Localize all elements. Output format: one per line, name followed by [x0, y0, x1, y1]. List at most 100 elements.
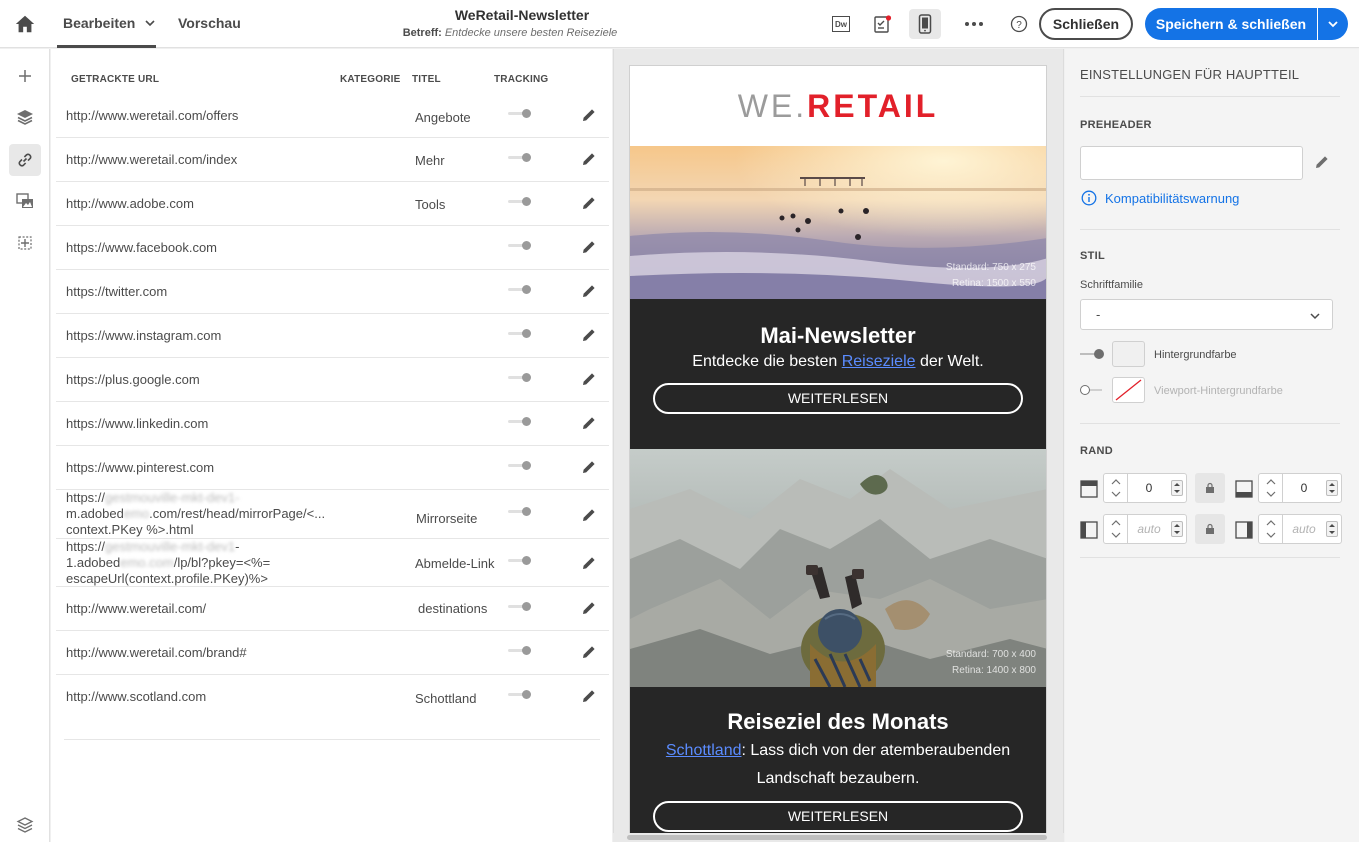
tracked-url-line-2: m.adobedemo.com/rest/head/mirrorPage/<..… — [66, 506, 326, 521]
pencil-icon[interactable] — [580, 370, 598, 388]
mobile-device-icon — [918, 14, 932, 34]
tab-edit[interactable]: Bearbeiten — [63, 15, 135, 31]
dreamweaver-button[interactable]: Dw — [825, 9, 857, 39]
personalization-button[interactable] — [9, 227, 41, 259]
save-options-dropdown[interactable] — [1318, 8, 1348, 40]
pencil-icon[interactable] — [580, 599, 598, 617]
mobile-view-button[interactable] — [909, 9, 941, 39]
tracked-url: http://www.weretail.com/brand# — [66, 645, 247, 660]
stepper-arrows-icon[interactable] — [1259, 474, 1283, 502]
hero-image-mountain[interactable]: Standard: 700 x 400 Retina: 1400 x 800 — [630, 449, 1046, 687]
table-row: https://www.facebook.com — [56, 226, 609, 270]
add-content-button[interactable] — [9, 60, 41, 92]
link-title: destinations — [418, 601, 488, 616]
tab-preview[interactable]: Vorschau — [178, 15, 241, 31]
link-title: Tools — [415, 197, 446, 212]
stepper-arrows-icon[interactable] — [1259, 515, 1283, 543]
tracked-url: http://www.scotland.com — [66, 689, 207, 704]
pencil-icon[interactable] — [1313, 153, 1331, 171]
tracked-url-line-1: https://gestmouville-mkt-dev1- — [66, 490, 240, 505]
column-header-tracking: TRACKING — [494, 74, 549, 85]
scotland-link[interactable]: Schottland — [666, 742, 742, 759]
pencil-icon[interactable] — [580, 506, 598, 524]
tracking-toggle[interactable] — [508, 285, 532, 295]
scrollbar-thumb[interactable] — [627, 835, 1047, 840]
border-bottom-stepper[interactable]: 0 — [1258, 473, 1342, 503]
email-preview-canvas[interactable]: WE. RETAIL Standard: 750 x 275 Retina: 1… — [613, 49, 1064, 842]
pencil-icon[interactable] — [580, 106, 598, 124]
layers-button[interactable] — [9, 101, 41, 133]
tracking-toggle[interactable] — [508, 690, 532, 700]
save-and-close-button[interactable]: Speichern & schließen — [1145, 8, 1317, 40]
spin-buttons[interactable] — [1326, 521, 1338, 537]
viewport-background-swatch[interactable] — [1112, 377, 1145, 403]
pencil-icon[interactable] — [580, 150, 598, 168]
tracking-toggle[interactable] — [508, 109, 532, 119]
pencil-icon[interactable] — [580, 687, 598, 705]
help-button[interactable]: ? — [1003, 9, 1035, 39]
destination-text-block[interactable]: Reiseziel des Monats Schottland: Lass di… — [630, 687, 1046, 842]
pencil-icon[interactable] — [580, 414, 598, 432]
stepper-arrows-icon[interactable] — [1104, 515, 1128, 543]
pencil-icon[interactable] — [580, 238, 598, 256]
help-icon: ? — [1010, 15, 1028, 33]
stepper-arrows-icon[interactable] — [1104, 474, 1128, 502]
tracking-toggle[interactable] — [508, 329, 532, 339]
tracking-toggle[interactable] — [508, 646, 532, 656]
tracking-toggle[interactable] — [508, 373, 532, 383]
tracking-toggle[interactable] — [508, 461, 532, 471]
assets-button[interactable] — [9, 185, 41, 217]
home-icon[interactable] — [14, 13, 36, 35]
tracking-toggle[interactable] — [508, 507, 532, 517]
pencil-icon[interactable] — [580, 643, 598, 661]
email-body[interactable]: WE. RETAIL Standard: 750 x 275 Retina: 1… — [629, 65, 1047, 842]
tracking-toggle[interactable] — [508, 241, 532, 251]
read-more-button[interactable]: WEITERLESEN — [653, 801, 1023, 832]
viewport-background-toggle[interactable] — [1080, 385, 1104, 395]
pencil-icon[interactable] — [580, 194, 598, 212]
chevron-down-icon[interactable] — [144, 17, 156, 29]
read-more-button[interactable]: WEITERLESEN — [653, 383, 1023, 414]
layers-icon — [17, 110, 33, 125]
tracking-toggle[interactable] — [508, 556, 532, 566]
border-link-lock[interactable] — [1195, 473, 1225, 503]
pencil-icon[interactable] — [580, 326, 598, 344]
hero-image-surfers[interactable]: Standard: 750 x 275 Retina: 1500 x 550 — [630, 146, 1046, 299]
border-link-lock[interactable] — [1195, 514, 1225, 544]
font-family-select[interactable]: - — [1080, 299, 1333, 330]
tab-active-indicator — [57, 45, 156, 48]
border-left-stepper[interactable]: auto — [1103, 514, 1187, 544]
tracking-toggle[interactable] — [508, 153, 532, 163]
font-family-value: - — [1096, 307, 1101, 322]
pencil-icon[interactable] — [580, 458, 598, 476]
divider — [1080, 229, 1340, 230]
border-top-stepper[interactable]: 0 — [1103, 473, 1187, 503]
pencil-icon[interactable] — [580, 282, 598, 300]
structure-button[interactable] — [9, 814, 41, 836]
tracking-toggle[interactable] — [508, 417, 532, 427]
spin-buttons[interactable] — [1171, 480, 1183, 496]
links-button[interactable] — [9, 144, 41, 176]
close-button[interactable]: Schließen — [1039, 8, 1133, 40]
horizontal-scrollbar[interactable] — [613, 833, 1064, 842]
redacted-text: gestmouville-mkt-dev1 — [105, 539, 236, 554]
tracking-toggle[interactable] — [508, 602, 532, 612]
background-color-toggle[interactable] — [1080, 349, 1104, 359]
more-options-button[interactable] — [958, 9, 990, 39]
destinations-link[interactable]: Reiseziele — [842, 353, 916, 370]
background-color-swatch[interactable] — [1112, 341, 1145, 367]
spin-buttons[interactable] — [1326, 480, 1338, 496]
newsletter-text-block[interactable]: Mai-Newsletter Entdecke die besten Reise… — [630, 299, 1046, 449]
checklist-button[interactable] — [867, 9, 899, 39]
compatibility-warning-link[interactable]: Kompatibilitätswarnung — [1105, 191, 1239, 206]
preheader-input[interactable] — [1080, 146, 1303, 180]
border-right-stepper[interactable]: auto — [1258, 514, 1342, 544]
spin-buttons[interactable] — [1171, 521, 1183, 537]
tracking-toggle[interactable] — [508, 197, 532, 207]
layers-structure-icon — [16, 817, 34, 833]
brand-logo[interactable]: WE. RETAIL — [630, 66, 1046, 146]
body-settings-panel: EINSTELLUNGEN FÜR HAUPTTEIL PREHEADER Ko… — [1065, 49, 1359, 842]
tracked-url: https://www.facebook.com — [66, 240, 218, 255]
pencil-icon[interactable] — [580, 554, 598, 572]
border-top-value: 0 — [1145, 481, 1153, 495]
